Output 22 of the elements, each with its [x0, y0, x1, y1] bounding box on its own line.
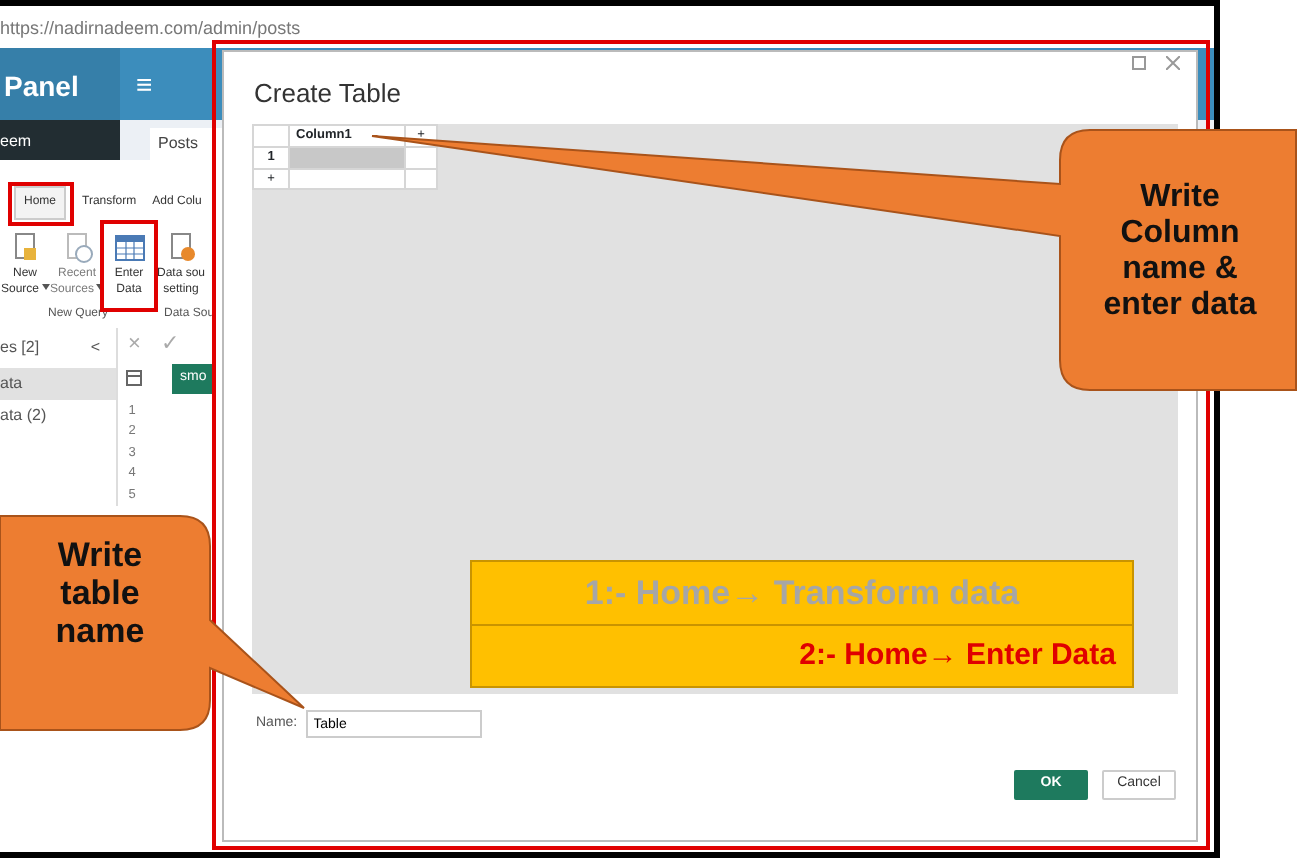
gear-file-icon [165, 232, 197, 264]
highlight-frame [8, 182, 74, 226]
callout-text: Write table name [53, 536, 147, 651]
step-text: 1:- Home→ Transform data [584, 571, 1020, 615]
user-name: eem [0, 120, 120, 160]
clock-file-icon [61, 232, 93, 264]
query-item[interactable]: ata (2) [0, 400, 116, 432]
collapse-button[interactable]: < [90, 336, 100, 360]
file-icon [9, 232, 41, 264]
dialog-title: Create Table [254, 76, 401, 112]
menu-icon[interactable]: ≡ [120, 48, 153, 120]
close-icon[interactable] [1166, 56, 1180, 70]
brand-title: Panel [0, 48, 120, 120]
query-item[interactable]: ata [0, 368, 116, 400]
table-icon [113, 232, 145, 264]
table-icon[interactable] [126, 370, 142, 387]
url-text[interactable]: https://nadirnadeem.com/admin/posts [0, 18, 301, 38]
callout-text: Write Column name & enter data [1101, 180, 1259, 324]
caret-icon [41, 284, 50, 291]
step-text: 2:- Home→ Enter Data [799, 635, 1116, 675]
maximize-icon[interactable] [1132, 56, 1146, 70]
queries-title: es [2] [0, 336, 40, 360]
